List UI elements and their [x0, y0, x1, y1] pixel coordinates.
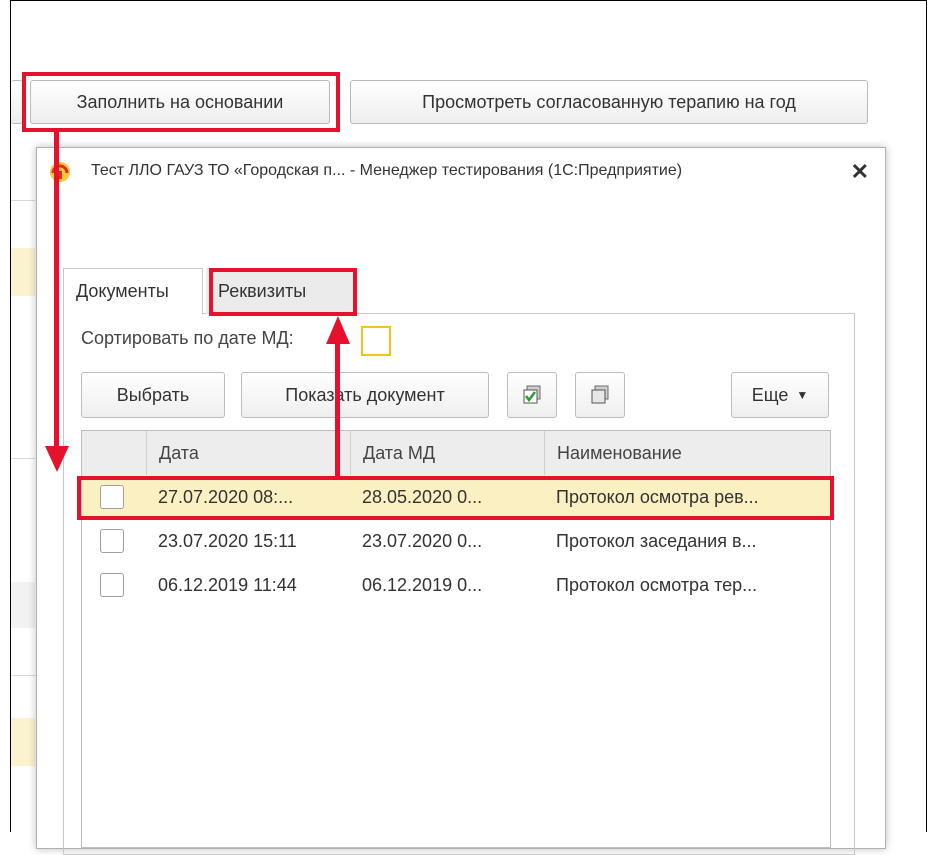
close-icon[interactable]: ✕: [851, 159, 869, 185]
show-document-button[interactable]: Показать документ: [241, 372, 489, 418]
column-header-date[interactable]: Дата: [146, 431, 350, 475]
check-all-button[interactable]: [507, 372, 557, 418]
select-button-label: Выбрать: [116, 384, 190, 405]
dialog-title: Тест ЛЛО ГАУЗ ТО «Городская п... - Менед…: [91, 162, 683, 179]
cell-md-date: 23.07.2020 0...: [362, 530, 483, 551]
table-row[interactable]: 23.07.2020 15:11 23.07.2020 0... Протоко…: [82, 519, 830, 563]
arrow-up-line: [335, 340, 340, 478]
more-button[interactable]: Еще ▼: [731, 372, 829, 418]
cell-md-date: 06.12.2019 0...: [362, 574, 483, 595]
row-checkbox[interactable]: [100, 573, 124, 597]
sort-by-md-date-label: Сортировать по дате МД:: [81, 328, 294, 348]
arrow-up-icon: [326, 316, 350, 344]
more-button-label: Еще: [751, 384, 789, 405]
cell-date: 06.12.2019 11:44: [158, 574, 297, 595]
view-approved-therapy-button[interactable]: Просмотреть согласованную терапию на год: [350, 80, 868, 124]
background-divider: [11, 675, 35, 676]
background-row-highlight: [11, 718, 35, 766]
uncheck-all-icon: [591, 385, 609, 404]
highlight-selected-row: [77, 476, 834, 520]
cell-name: Протокол осмотра тер...: [556, 574, 758, 595]
arrow-down-icon: [45, 446, 69, 472]
chevron-down-icon: ▼: [796, 388, 809, 402]
1c-logo-icon: [50, 162, 70, 182]
sort-by-md-date-checkbox[interactable]: [361, 326, 391, 356]
check-all-icon: [523, 385, 541, 404]
tab-documents[interactable]: Документы: [63, 268, 203, 314]
table-header: Дата Дата МД Наименование: [82, 431, 830, 476]
column-header-md-date[interactable]: Дата МД: [350, 431, 544, 475]
tab-documents-label: Документы: [76, 281, 169, 301]
dialog-titlebar[interactable]: Тест ЛЛО ГАУЗ ТО «Городская п... - Менед…: [37, 148, 885, 194]
column-header-name[interactable]: Наименование: [544, 431, 830, 475]
show-document-label: Показать документ: [285, 384, 445, 405]
row-checkbox[interactable]: [100, 529, 124, 553]
cell-date: 23.07.2020 15:11: [158, 530, 297, 551]
uncheck-all-button[interactable]: [575, 372, 625, 418]
background-row-highlight: [11, 248, 35, 296]
select-button[interactable]: Выбрать: [81, 372, 225, 418]
highlight-requisites-tab: [209, 268, 357, 316]
table-row[interactable]: 06.12.2019 11:44 06.12.2019 0... Протоко…: [82, 563, 830, 607]
highlight-fill-button: [22, 72, 340, 132]
view-approved-therapy-label: Просмотреть согласованную терапию на год: [422, 91, 796, 112]
background-divider: [11, 458, 35, 459]
background-divider: [11, 200, 35, 201]
background-header: [11, 582, 35, 628]
arrow-down-line: [54, 132, 59, 450]
cell-name: Протокол заседания в...: [556, 530, 757, 551]
